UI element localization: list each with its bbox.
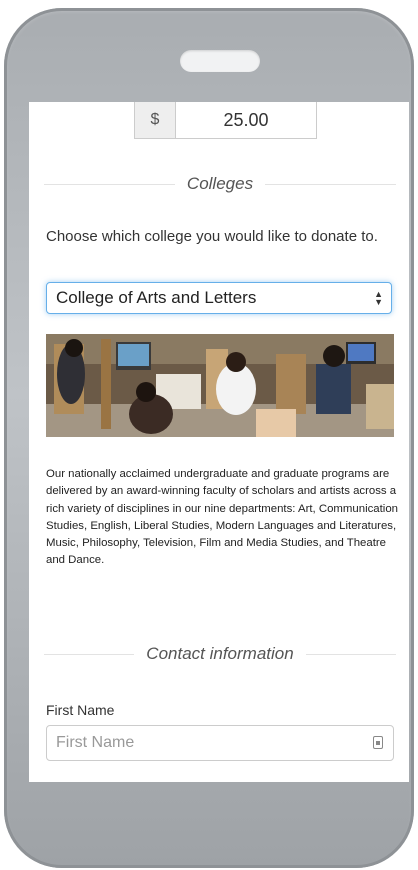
college-photo [46, 334, 394, 437]
donation-amount-input[interactable]: 25.00 [176, 102, 317, 139]
first-name-input[interactable]: First Name [46, 725, 394, 761]
first-name-placeholder: First Name [56, 734, 135, 751]
college-select-value: College of Arts and Letters [56, 288, 257, 307]
first-name-label: First Name [46, 702, 115, 718]
divider [305, 653, 396, 655]
phone-frame: $ 25.00 Colleges Choose which college yo… [4, 8, 414, 868]
phone-screen: $ 25.00 Colleges Choose which college yo… [29, 102, 409, 782]
select-arrows-icon: ▲ ▼ [374, 289, 383, 307]
college-select[interactable]: College of Arts and Letters ▲ ▼ [46, 282, 392, 314]
contact-heading: Contact information [146, 644, 294, 663]
contact-section-heading: Contact information [44, 642, 396, 666]
divider [44, 183, 175, 185]
currency-addon: $ [134, 102, 176, 139]
divider [44, 653, 135, 655]
college-description: Our nationally acclaimed undergraduate a… [46, 468, 399, 567]
phone-speaker [180, 50, 260, 72]
donation-amount-group: $ 25.00 [134, 102, 317, 140]
divider [265, 183, 396, 185]
autofill-contact-icon[interactable] [373, 736, 383, 749]
colleges-heading: Colleges [186, 174, 254, 193]
college-prompt: Choose which college you would like to d… [46, 228, 378, 245]
colleges-section-heading: Colleges [44, 172, 396, 196]
